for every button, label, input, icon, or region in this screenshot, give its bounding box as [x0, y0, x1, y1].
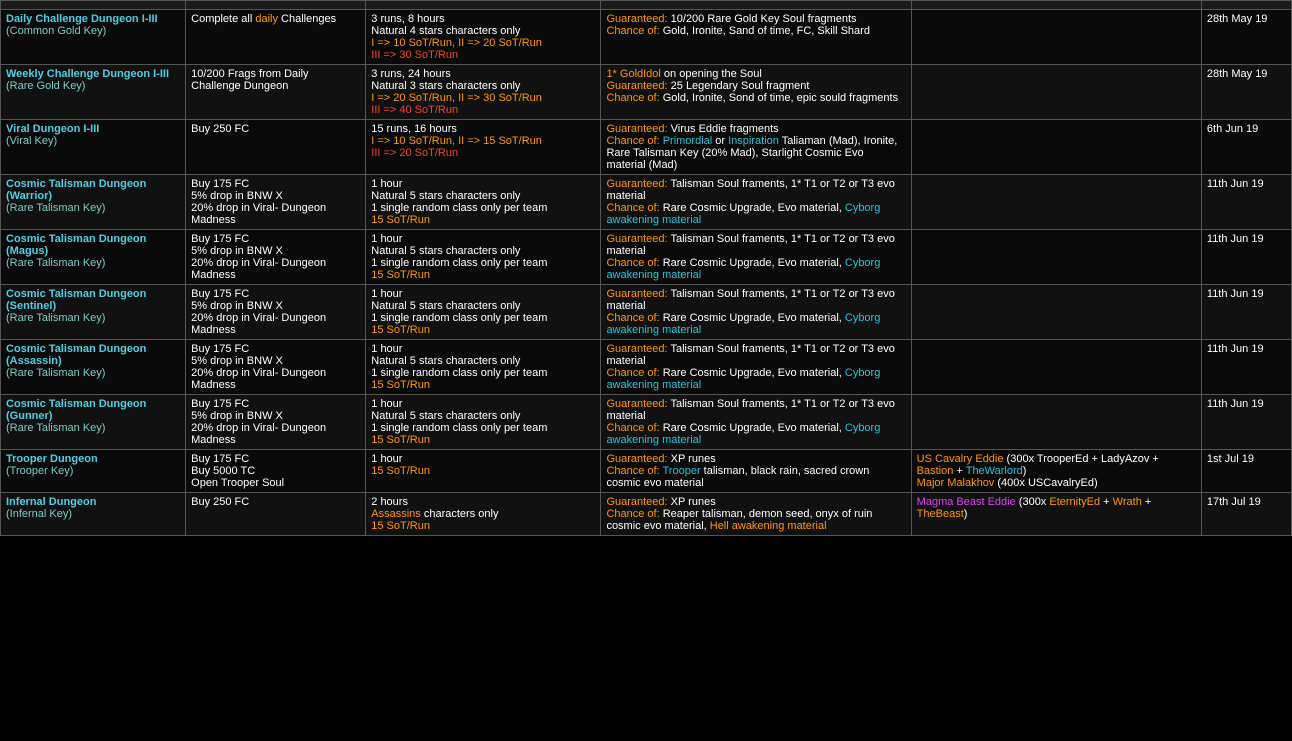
level-cell: 1 hour Natural 5 stars characters only 1… — [366, 395, 601, 450]
table-row: Cosmic Talisman Dungeon (Warrior) (Rare … — [1, 175, 1292, 230]
table-row: Cosmic Talisman Dungeon (Magus) (Rare Ta… — [1, 230, 1292, 285]
key-label: (Common Gold Key) — [6, 25, 106, 37]
table-row: Weekly Challenge Dungeon I-III (Rare Gol… — [1, 65, 1292, 120]
dungeon-name: Cosmic Talisman Dungeon (Gunner) — [6, 398, 146, 422]
rewards-cell: Guaranteed: XP runes Chance of: Reaper t… — [601, 493, 911, 536]
how-cell: Buy 175 FC5% drop in BNW X20% drop in Vi… — [186, 230, 366, 285]
introduced-cell: 11th Jun 19 — [1201, 230, 1291, 285]
dungeon-cell: Daily Challenge Dungeon I-III (Common Go… — [1, 10, 186, 65]
key-label: (Infernal Key) — [6, 508, 72, 520]
achievements-cell — [911, 65, 1201, 120]
dungeon-cell: Cosmic Talisman Dungeon (Sentinel) (Rare… — [1, 285, 186, 340]
how-cell: Buy 175 FC5% drop in BNW X20% drop in Vi… — [186, 285, 366, 340]
how-cell: Buy 175 FC5% drop in BNW X20% drop in Vi… — [186, 340, 366, 395]
dungeon-name: Infernal Dungeon — [6, 496, 96, 508]
dungeon-cell: Weekly Challenge Dungeon I-III (Rare Gol… — [1, 65, 186, 120]
introduced-cell: 11th Jun 19 — [1201, 285, 1291, 340]
rewards-cell: Guaranteed: 10/200 Rare Gold Key Soul fr… — [601, 10, 911, 65]
achievements-cell: US Cavalry Eddie (300x TrooperEd + LadyA… — [911, 450, 1201, 493]
level-cell: 1 hour Natural 5 stars characters only 1… — [366, 285, 601, 340]
achievements-cell — [911, 285, 1201, 340]
dungeon-name: Cosmic Talisman Dungeon (Sentinel) — [6, 288, 146, 312]
dungeon-name: Cosmic Talisman Dungeon (Warrior) — [6, 178, 146, 202]
header-introduced — [1201, 1, 1291, 10]
table-row: Cosmic Talisman Dungeon (Assassin) (Rare… — [1, 340, 1292, 395]
dungeon-cell: Trooper Dungeon (Trooper Key) — [1, 450, 186, 493]
level-cell: 3 runs, 24 hours Natural 3 stars charact… — [366, 65, 601, 120]
achievements-cell — [911, 340, 1201, 395]
key-label: (Trooper Key) — [6, 465, 73, 477]
key-label: (Rare Talisman Key) — [6, 367, 105, 379]
header-achievements — [911, 1, 1201, 10]
rewards-cell: Guaranteed: Talisman Soul framents, 1* T… — [601, 395, 911, 450]
level-cell: 2 hours Assassins characters only 15 SoT… — [366, 493, 601, 536]
introduced-cell: 11th Jun 19 — [1201, 175, 1291, 230]
level-cell: 1 hour Natural 5 stars characters only 1… — [366, 230, 601, 285]
dungeon-table: Daily Challenge Dungeon I-III (Common Go… — [0, 0, 1292, 536]
dungeon-name: Trooper Dungeon — [6, 453, 98, 465]
how-cell: Buy 175 FCBuy 5000 TCOpen Trooper Soul — [186, 450, 366, 493]
achievements-cell — [911, 120, 1201, 175]
introduced-cell: 28th May 19 — [1201, 10, 1291, 65]
rewards-cell: Guaranteed: Talisman Soul framents, 1* T… — [601, 175, 911, 230]
key-label: (Rare Gold Key) — [6, 80, 85, 92]
table-row: Cosmic Talisman Dungeon (Gunner) (Rare T… — [1, 395, 1292, 450]
dungeon-name: Cosmic Talisman Dungeon (Assassin) — [6, 343, 146, 367]
dungeon-cell: Cosmic Talisman Dungeon (Magus) (Rare Ta… — [1, 230, 186, 285]
how-cell: Complete all daily Challenges — [186, 10, 366, 65]
achievements-cell — [911, 230, 1201, 285]
table-row: Trooper Dungeon (Trooper Key) Buy 175 FC… — [1, 450, 1292, 493]
key-label: (Rare Talisman Key) — [6, 257, 105, 269]
how-cell: Buy 250 FC — [186, 120, 366, 175]
rewards-cell: Guaranteed: Talisman Soul framents, 1* T… — [601, 340, 911, 395]
dungeon-cell: Viral Dungeon I-III (Viral Key) — [1, 120, 186, 175]
achievements-cell — [911, 395, 1201, 450]
introduced-cell: 6th Jun 19 — [1201, 120, 1291, 175]
rewards-cell: 1* GoldIdol on opening the Soul Guarante… — [601, 65, 911, 120]
rewards-cell: Guaranteed: Talisman Soul framents, 1* T… — [601, 230, 911, 285]
key-label: (Rare Talisman Key) — [6, 202, 105, 214]
header-rewards — [601, 1, 911, 10]
key-label: (Rare Talisman Key) — [6, 312, 105, 324]
achievements-cell — [911, 175, 1201, 230]
table-row: Cosmic Talisman Dungeon (Sentinel) (Rare… — [1, 285, 1292, 340]
header-level — [366, 1, 601, 10]
table-row: Viral Dungeon I-III (Viral Key) Buy 250 … — [1, 120, 1292, 175]
introduced-cell: 28th May 19 — [1201, 65, 1291, 120]
dungeon-cell: Infernal Dungeon (Infernal Key) — [1, 493, 186, 536]
introduced-cell: 1st Jul 19 — [1201, 450, 1291, 493]
level-cell: 1 hour Natural 5 stars characters only 1… — [366, 340, 601, 395]
how-cell: Buy 250 FC — [186, 493, 366, 536]
dungeon-cell: Cosmic Talisman Dungeon (Gunner) (Rare T… — [1, 395, 186, 450]
dungeon-cell: Cosmic Talisman Dungeon (Assassin) (Rare… — [1, 340, 186, 395]
how-cell: 10/200 Frags from Daily Challenge Dungeo… — [186, 65, 366, 120]
how-cell: Buy 175 FC5% drop in BNW X20% drop in Vi… — [186, 395, 366, 450]
achievements-cell: Magma Beast Eddie (300x EternityEd + Wra… — [911, 493, 1201, 536]
key-label: (Rare Talisman Key) — [6, 422, 105, 434]
dungeon-cell: Cosmic Talisman Dungeon (Warrior) (Rare … — [1, 175, 186, 230]
introduced-cell: 11th Jun 19 — [1201, 340, 1291, 395]
level-cell: 1 hour 15 SoT/Run — [366, 450, 601, 493]
introduced-cell: 17th Jul 19 — [1201, 493, 1291, 536]
rewards-cell: Guaranteed: Talisman Soul framents, 1* T… — [601, 285, 911, 340]
level-cell: 1 hour Natural 5 stars characters only 1… — [366, 175, 601, 230]
header-dungeon — [1, 1, 186, 10]
table-row: Infernal Dungeon (Infernal Key) Buy 250 … — [1, 493, 1292, 536]
rewards-cell: Guaranteed: XP runes Chance of: Trooper … — [601, 450, 911, 493]
dungeon-name: Weekly Challenge Dungeon I-III — [6, 68, 169, 80]
level-cell: 15 runs, 16 hours I => 10 SoT/Run, II =>… — [366, 120, 601, 175]
rewards-cell: Guaranteed: Virus Eddie fragments Chance… — [601, 120, 911, 175]
dungeon-name: Daily Challenge Dungeon I-III — [6, 13, 158, 25]
dungeon-name: Cosmic Talisman Dungeon (Magus) — [6, 233, 146, 257]
introduced-cell: 11th Jun 19 — [1201, 395, 1291, 450]
dungeon-name: Viral Dungeon I-III — [6, 123, 99, 135]
how-cell: Buy 175 FC5% drop in BNW X20% drop in Vi… — [186, 175, 366, 230]
key-label: (Viral Key) — [6, 135, 57, 147]
level-cell: 3 runs, 8 hours Natural 4 stars characte… — [366, 10, 601, 65]
achievements-cell — [911, 10, 1201, 65]
table-row: Daily Challenge Dungeon I-III (Common Go… — [1, 10, 1292, 65]
header-key — [186, 1, 366, 10]
